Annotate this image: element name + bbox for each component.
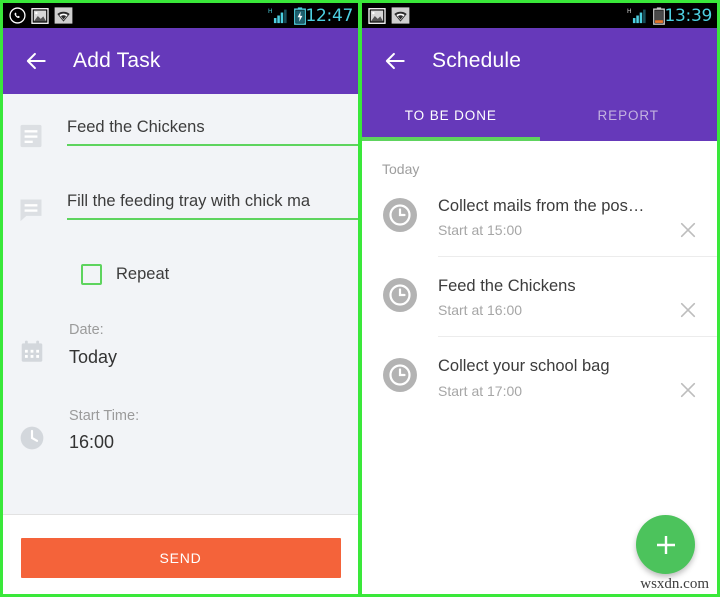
repeat-label: Repeat xyxy=(116,265,170,283)
task-title-row: Feed the Chickens xyxy=(3,94,358,150)
repeat-row[interactable]: Repeat xyxy=(3,224,358,285)
repeat-checkbox[interactable] xyxy=(81,264,102,285)
back-arrow-icon[interactable] xyxy=(382,48,408,74)
close-icon[interactable] xyxy=(679,301,697,319)
add-task-fab[interactable] xyxy=(636,515,695,574)
list-item-title: Collect mails from the pos… xyxy=(438,197,645,215)
list-item-title: Feed the Chickens xyxy=(438,277,576,296)
send-button[interactable]: SEND xyxy=(20,538,341,578)
list-item-body: Collect your school bag Start at 17:00 xyxy=(438,355,717,416)
date-label: Date: xyxy=(69,322,104,338)
section-label-today: Today xyxy=(382,161,420,177)
close-icon[interactable] xyxy=(679,381,697,399)
list-item-subtitle: Start at 15:00 xyxy=(438,222,523,239)
image-icon xyxy=(31,7,49,24)
tab-to-be-done[interactable]: TO BE DONE xyxy=(362,94,540,141)
task-title-input[interactable]: Feed the Chickens xyxy=(67,118,358,146)
watermark: wsxdn.com xyxy=(640,576,709,592)
start-time-value: 16:00 xyxy=(69,432,115,452)
appbar-schedule: Schedule xyxy=(362,28,717,94)
task-title-value: Feed the Chickens xyxy=(67,118,205,136)
clock-icon xyxy=(383,358,417,393)
add-task-form: Feed the Chickens Fill the feeding tray … xyxy=(3,94,358,514)
subject-icon xyxy=(20,124,42,148)
image-icon xyxy=(368,7,386,24)
start-time-row[interactable]: Start Time: 16:00 xyxy=(3,371,358,457)
wifi-icon xyxy=(54,7,73,24)
back-arrow-icon[interactable] xyxy=(23,48,49,74)
signal-icon: H xyxy=(268,9,287,24)
appbar-add-task: Add Task xyxy=(3,28,358,94)
whatsapp-icon xyxy=(9,7,26,24)
list-item-subtitle: Start at 16:00 xyxy=(438,302,523,319)
task-description-input[interactable]: Fill the feeding tray with chick ma xyxy=(67,192,358,220)
page-title: Add Task xyxy=(73,49,161,72)
clock-icon xyxy=(383,198,417,232)
left-screen-add-task: H 12:47 Add Task Feed the Chickens Fill … xyxy=(0,0,360,597)
dual-screenshot-container: H 12:47 Add Task Feed the Chickens Fill … xyxy=(0,0,720,597)
svg-text:H: H xyxy=(268,9,272,15)
tab-bar: TO BE DONE REPORT xyxy=(362,94,717,141)
list-item[interactable]: Collect mails from the pos… Start at 15:… xyxy=(362,177,717,258)
list-item-body: Collect mails from the pos… Start at 15:… xyxy=(438,195,717,258)
svg-text:H: H xyxy=(627,9,631,15)
close-icon[interactable] xyxy=(679,221,697,239)
list-item-body: Feed the Chickens Start at 16:00 xyxy=(438,275,717,338)
list-item[interactable]: Feed the Chickens Start at 16:00 xyxy=(362,257,717,338)
date-text-group: Date: Today xyxy=(69,323,117,371)
status-bar-left-icons xyxy=(9,7,73,24)
status-bar-left: H 12:47 xyxy=(3,3,358,28)
list-item[interactable]: Collect your school bag Start at 17:00 xyxy=(362,337,717,416)
task-description-row: Fill the feeding tray with chick ma xyxy=(3,150,358,224)
task-description-value: Fill the feeding tray with chick ma xyxy=(67,192,311,210)
wifi-icon xyxy=(391,7,410,24)
tab-report[interactable]: REPORT xyxy=(540,94,718,141)
status-bar-clock-left: 12:47 xyxy=(305,5,354,26)
battery-charging-icon xyxy=(293,6,306,25)
page-title: Schedule xyxy=(432,49,522,72)
status-bar-clock-right: 13:39 xyxy=(664,5,713,26)
clock-icon xyxy=(383,278,417,313)
plus-icon xyxy=(656,535,675,554)
list-item-subtitle: Start at 17:00 xyxy=(438,382,523,399)
status-bar-left-icons-right xyxy=(368,7,410,24)
status-bar-right-icons-right: H xyxy=(627,6,665,25)
date-row[interactable]: Date: Today xyxy=(3,285,358,371)
signal-icon: H xyxy=(627,9,646,24)
calendar-icon xyxy=(21,340,43,362)
comment-icon xyxy=(20,199,42,222)
task-list: Today Collect mails from the pos… Start … xyxy=(362,141,717,594)
list-item-title: Collect your school bag xyxy=(438,357,610,376)
start-time-text-group: Start Time: 16:00 xyxy=(69,407,140,457)
battery-icon xyxy=(652,6,665,25)
status-bar-right-icons-left: H xyxy=(268,6,306,25)
clock-icon xyxy=(20,426,44,449)
right-screen-schedule: H 13:39 Schedule TO BE DONE REPORT Today… xyxy=(360,0,720,597)
date-value: Today xyxy=(69,346,118,367)
status-bar-right: H 13:39 xyxy=(362,3,717,28)
send-area: SEND xyxy=(3,514,358,594)
start-time-label: Start Time: xyxy=(69,407,140,424)
